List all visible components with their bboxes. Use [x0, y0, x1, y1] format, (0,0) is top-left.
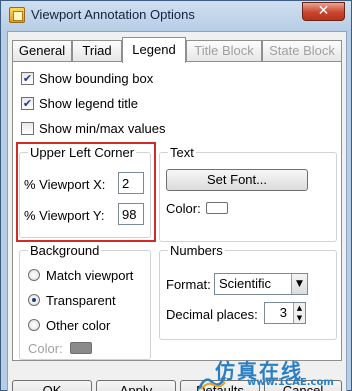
format-select[interactable]: Scientific ▼: [214, 273, 308, 295]
numbers-group: Numbers Format: Scientific ▼ Decimal pla…: [159, 243, 337, 340]
match-viewport-option[interactable]: Match viewport: [28, 265, 133, 285]
ok-button[interactable]: OK: [12, 380, 92, 391]
show-legend-title-label: Show legend title: [39, 95, 139, 111]
decimal-places-spinbox[interactable]: 3 ▲ ▼: [264, 302, 306, 324]
window-title: Viewport Annotation Options: [31, 7, 195, 22]
show-legend-title-option[interactable]: ✔ Show legend title: [21, 93, 138, 113]
numbers-group-title: Numbers: [168, 243, 225, 258]
match-viewport-radio[interactable]: [28, 269, 40, 281]
show-min-max-checkbox[interactable]: [21, 121, 34, 135]
apply-button[interactable]: Apply: [96, 380, 176, 391]
text-color-swatch[interactable]: [206, 202, 228, 214]
show-bounding-box-label: Show bounding box: [39, 70, 154, 86]
transparent-label: Transparent: [46, 292, 116, 308]
watermark: 仿真在线 www.1CAE.com: [197, 355, 349, 391]
tab-triad[interactable]: Triad: [72, 40, 122, 62]
show-min-max-option[interactable]: Show min/max values: [21, 118, 165, 138]
other-color-label: Other color: [46, 317, 111, 333]
highlight-box: [16, 142, 156, 242]
match-viewport-label: Match viewport: [46, 267, 134, 283]
transparent-radio[interactable]: [28, 294, 40, 306]
legend-tab-panel: ✔ Show bounding box ✔ Show legend title …: [12, 61, 342, 361]
background-color-swatch[interactable]: [70, 342, 92, 354]
show-bounding-box-checkbox[interactable]: ✔: [21, 71, 34, 85]
tab-state-block[interactable]: State Block: [262, 40, 342, 62]
show-legend-title-checkbox[interactable]: ✔: [21, 96, 34, 110]
dialog-client: General Triad Legend Title Block State B…: [7, 31, 347, 391]
tab-general[interactable]: General: [12, 40, 72, 62]
transparent-option[interactable]: Transparent: [28, 290, 116, 310]
set-font-button[interactable]: Set Font...: [166, 169, 308, 191]
decimal-places-value: 3: [279, 305, 287, 320]
background-color-label: Color:: [28, 341, 63, 356]
other-color-radio[interactable]: [28, 319, 40, 331]
chevron-down-icon[interactable]: ▼: [291, 274, 307, 294]
dialog-window: Viewport Annotation Options ✕ General Tr…: [0, 0, 352, 391]
text-color-label: Color:: [166, 201, 201, 216]
tab-legend[interactable]: Legend: [122, 37, 186, 63]
tab-title-block[interactable]: Title Block: [186, 40, 262, 62]
watermark-url: www.1CAE.com: [247, 377, 334, 388]
background-group: Background Match viewport Transparent Ot…: [19, 243, 151, 360]
title-bar[interactable]: Viewport Annotation Options ✕: [1, 1, 351, 29]
other-color-option[interactable]: Other color: [28, 315, 110, 335]
text-group-title: Text: [168, 145, 196, 160]
format-value: Scientific: [219, 276, 272, 291]
format-label: Format:: [166, 277, 211, 292]
show-min-max-label: Show min/max values: [39, 120, 166, 136]
show-bounding-box-option[interactable]: ✔ Show bounding box: [21, 68, 153, 88]
decimal-places-label: Decimal places:: [166, 307, 258, 322]
app-icon: [9, 7, 25, 23]
spinner-arrows-icon[interactable]: ▲ ▼: [293, 303, 305, 323]
close-button[interactable]: ✕: [302, 2, 345, 21]
background-group-title: Background: [28, 243, 102, 258]
text-group: Text Set Font... Color:: [159, 145, 337, 242]
